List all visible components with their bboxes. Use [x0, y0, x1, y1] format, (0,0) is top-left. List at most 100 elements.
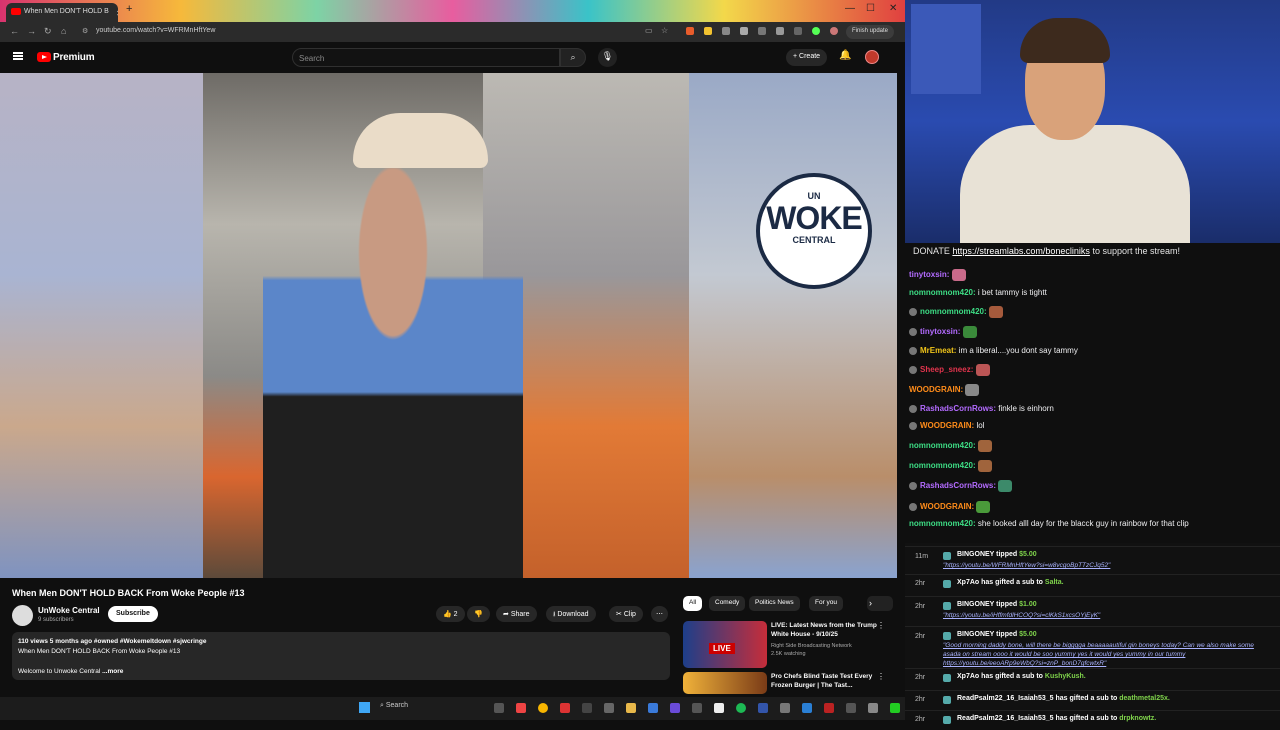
app-icon[interactable]: [780, 703, 790, 713]
more-vert-icon[interactable]: ⋮: [877, 672, 885, 681]
file-explorer-icon[interactable]: [626, 703, 636, 713]
chat-username[interactable]: RashadsCornRows:: [920, 404, 996, 413]
maximize-icon[interactable]: ☐: [866, 3, 875, 14]
close-tab-icon[interactable]: ✕: [116, 9, 118, 18]
extension-icon[interactable]: [686, 27, 694, 35]
profile-avatar-icon[interactable]: [830, 27, 838, 35]
chrome-icon[interactable]: [538, 703, 548, 713]
chat-username[interactable]: nomnomnom420:: [909, 461, 976, 470]
like-button[interactable]: 👍 2: [436, 606, 465, 622]
finish-update-button[interactable]: Finish update: [846, 25, 895, 39]
chat-username[interactable]: RashadsCornRows:: [920, 481, 996, 490]
app-icon[interactable]: [890, 703, 900, 713]
search-button[interactable]: ⌕: [560, 48, 586, 67]
chat-badge-icon: [909, 482, 917, 490]
chat-username[interactable]: WOODGRAIN:: [920, 421, 974, 430]
url-field[interactable]: youtube.com/watch?v=WFRMnHftYew: [96, 27, 215, 34]
channel-avatar[interactable]: [12, 605, 33, 626]
notifications-bell-icon[interactable]: 🔔: [839, 50, 851, 61]
app-icon[interactable]: [824, 703, 834, 713]
chat-username[interactable]: WOODGRAIN:: [909, 385, 963, 394]
recommended-channel[interactable]: Right Side Broadcasting Network: [771, 642, 881, 650]
cast-icon[interactable]: ▭: [645, 26, 653, 35]
task-view-icon[interactable]: [494, 703, 504, 713]
download-button[interactable]: ⭳ Download: [546, 606, 596, 622]
video-player[interactable]: UN WOKE CENTRAL: [0, 73, 897, 578]
profile-icon[interactable]: [812, 27, 820, 35]
chip-comedy[interactable]: Comedy: [709, 596, 746, 611]
app-icon[interactable]: [516, 703, 526, 713]
chat-username[interactable]: MrEmeat:: [920, 346, 956, 355]
chat-username[interactable]: WOODGRAIN:: [920, 502, 974, 511]
voice-search-button[interactable]: 🎙: [598, 48, 617, 67]
minimize-icon[interactable]: —: [845, 3, 855, 14]
chat-username[interactable]: nomnomnom420:: [909, 288, 976, 297]
chip-for-you[interactable]: For you: [809, 596, 844, 611]
chat-username[interactable]: Sheep_sneez:: [920, 365, 973, 374]
close-window-icon[interactable]: ✕: [889, 3, 897, 14]
event-amount: $5.00: [1019, 631, 1037, 638]
app-icon[interactable]: [758, 703, 768, 713]
chat-username[interactable]: tinytoxsin:: [920, 327, 960, 336]
search-input[interactable]: Search: [292, 48, 560, 67]
recommended-title[interactable]: Pro Chefs Blind Taste Test Every Frozen …: [771, 672, 881, 690]
extension-icon[interactable]: [704, 27, 712, 35]
event-message[interactable]: "Good morning daddy bone, will there be …: [943, 641, 1273, 668]
app-icon[interactable]: [714, 703, 724, 713]
event-message[interactable]: "https://youtu.be/WFRMnHftYew?si=w8vcgoB…: [943, 561, 1273, 570]
chat-username[interactable]: nomnomnom420:: [920, 307, 987, 316]
tab-youtube[interactable]: When Men DON'T HOLD B ✕: [6, 3, 118, 22]
app-icon[interactable]: [692, 703, 702, 713]
chat-username[interactable]: tinytoxsin:: [909, 270, 949, 279]
chat-username[interactable]: nomnomnom420:: [909, 519, 976, 528]
channel-name[interactable]: UnWoke Central: [38, 606, 100, 615]
create-button[interactable]: + Create: [786, 49, 828, 66]
app-icon[interactable]: [604, 703, 614, 713]
scissors-icon: ✂: [616, 611, 622, 618]
downloads-icon[interactable]: [794, 27, 802, 35]
donate-link[interactable]: https://streamlabs.com/bonecliniks: [952, 246, 1090, 256]
extension-icon[interactable]: [722, 27, 730, 35]
account-avatar[interactable]: [865, 50, 879, 64]
site-info-icon[interactable]: ⚙: [82, 27, 88, 35]
recommended-title[interactable]: LIVE: Latest News from the Trump White H…: [771, 621, 881, 639]
description-more-link[interactable]: ...more: [102, 668, 123, 675]
chip-politics-news[interactable]: Politics News: [749, 596, 800, 611]
app-icon[interactable]: [670, 703, 680, 713]
chevron-right-icon[interactable]: ›: [869, 598, 872, 608]
reload-icon[interactable]: ↻: [44, 26, 52, 37]
sidebar-icon[interactable]: [776, 27, 784, 35]
app-icon[interactable]: [802, 703, 812, 713]
chip-all[interactable]: All: [683, 596, 703, 611]
app-icon[interactable]: [560, 703, 570, 713]
extensions-puzzle-icon[interactable]: [758, 27, 766, 35]
dislike-button[interactable]: 👎: [467, 606, 490, 622]
chat-username[interactable]: nomnomnom420:: [909, 441, 976, 450]
chat-emote-icon: [976, 501, 991, 513]
extension-icon[interactable]: [740, 27, 748, 35]
description-box[interactable]: 110 views 5 months ago #owned #Wokemeltd…: [12, 632, 670, 680]
menu-icon[interactable]: [13, 52, 23, 54]
more-actions-button[interactable]: ⋯: [651, 606, 668, 622]
share-button[interactable]: ➦ Share: [496, 606, 537, 622]
back-icon[interactable]: ←: [10, 26, 19, 36]
youtube-logo-text[interactable]: Premium: [53, 52, 95, 63]
spotify-icon[interactable]: [736, 703, 746, 713]
forward-icon[interactable]: →: [27, 26, 36, 36]
event-message[interactable]: "https://youtu.be/iHffmfdlHCOQ?si=clKkS1…: [943, 611, 1273, 620]
app-icon[interactable]: [868, 703, 878, 713]
app-icon[interactable]: [582, 703, 592, 713]
new-tab-button[interactable]: +: [126, 3, 132, 15]
windows-start-icon[interactable]: [359, 702, 370, 713]
youtube-logo-icon[interactable]: [37, 52, 51, 62]
video-thumbnail[interactable]: LIVE: [683, 621, 767, 668]
subscribe-button[interactable]: Subscribe: [108, 606, 158, 622]
app-icon[interactable]: [648, 703, 658, 713]
more-vert-icon[interactable]: ⋮: [877, 621, 885, 630]
clip-button[interactable]: ✂ Clip: [609, 606, 643, 622]
video-thumbnail[interactable]: [683, 672, 767, 694]
taskbar-search[interactable]: ⌕ Search: [380, 702, 408, 710]
bookmark-star-icon[interactable]: ☆: [661, 26, 668, 35]
app-icon[interactable]: [846, 703, 856, 713]
home-icon[interactable]: ⌂: [61, 26, 66, 36]
